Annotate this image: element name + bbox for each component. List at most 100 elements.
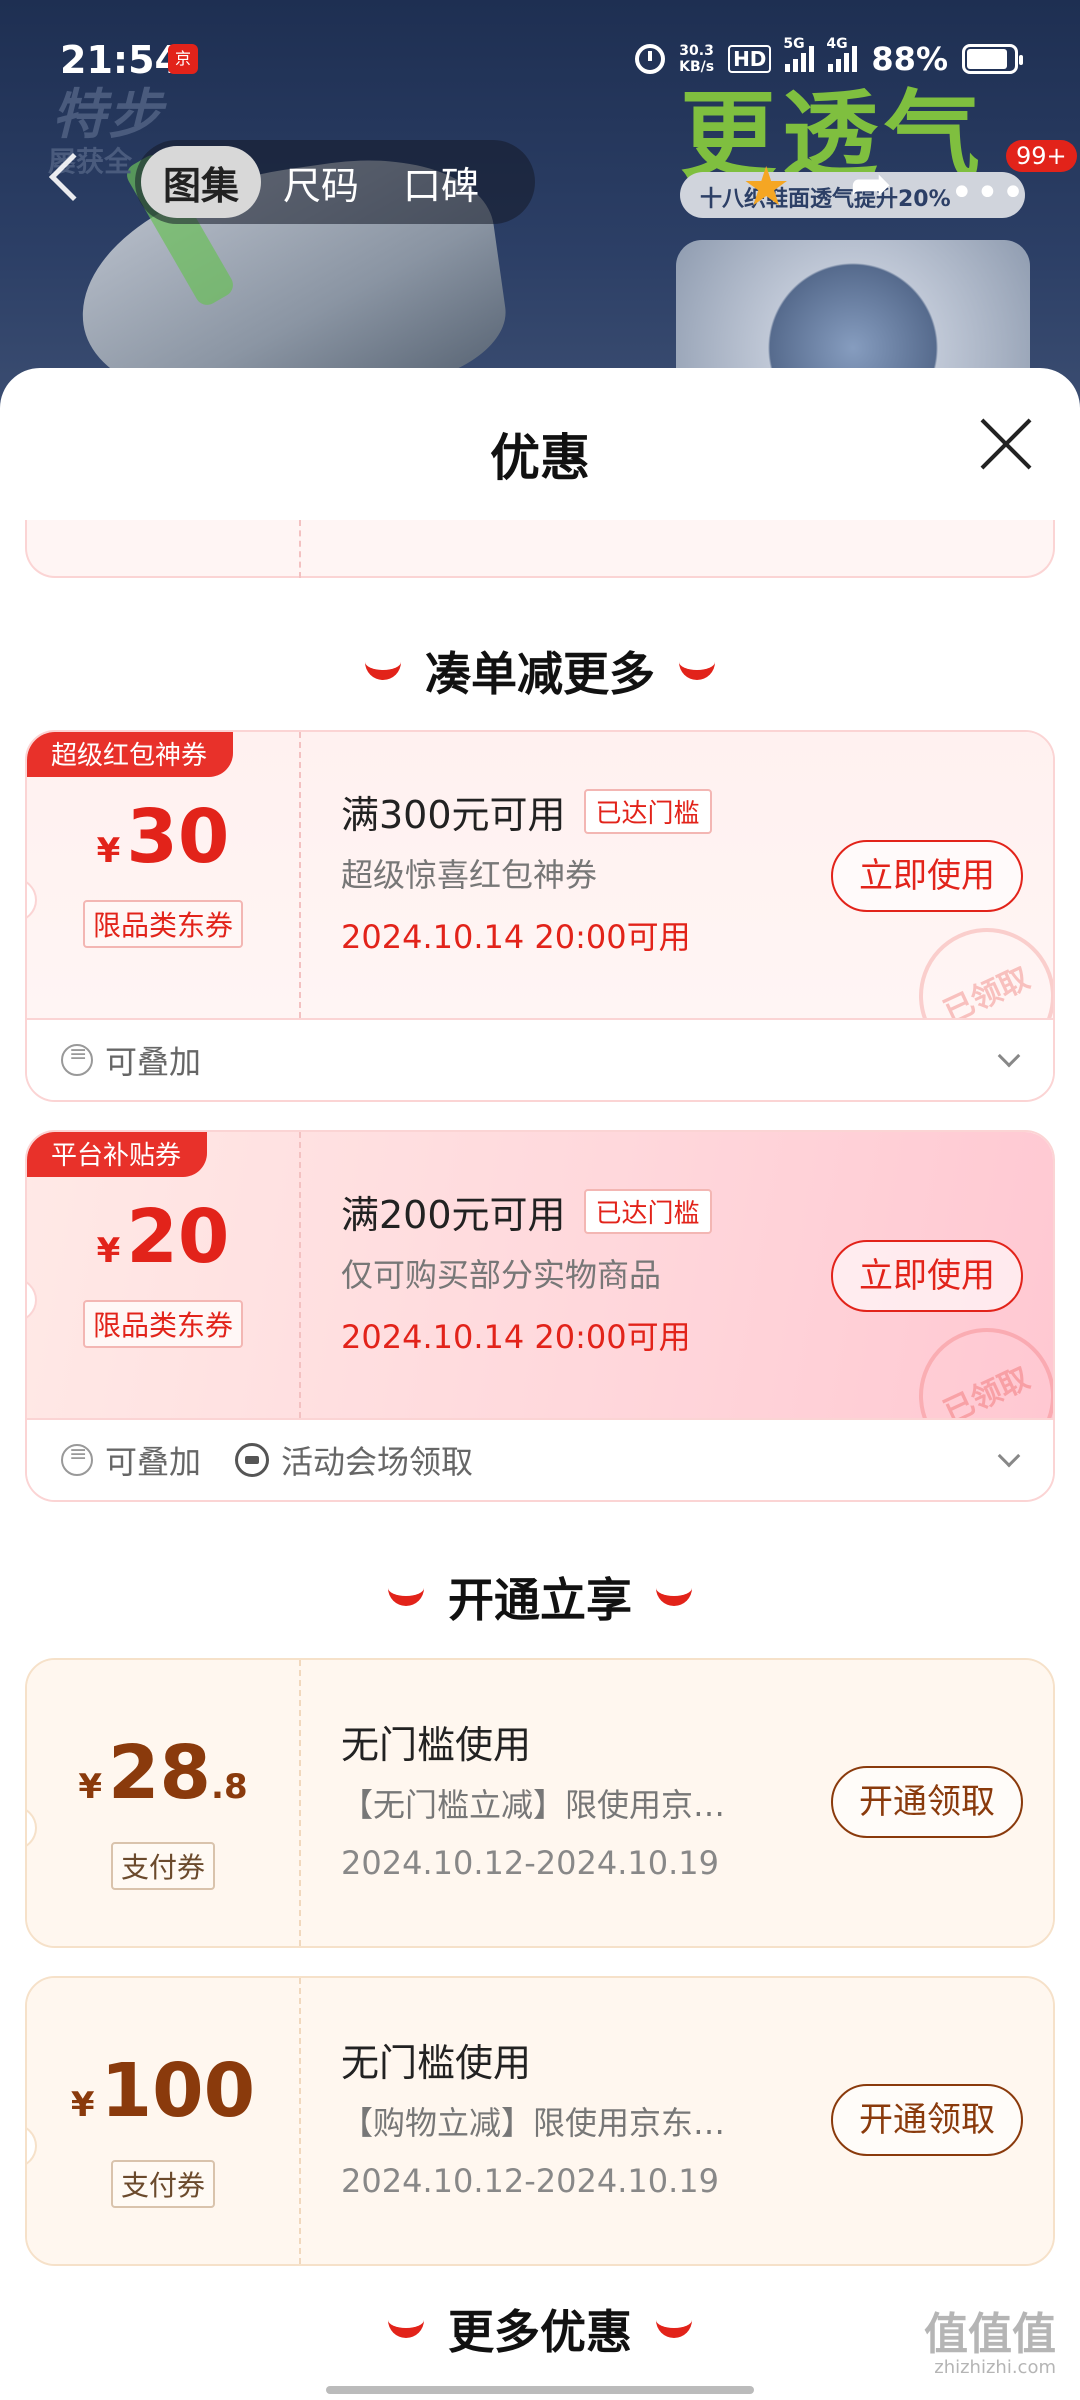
signal-4g-label: 4G (826, 36, 848, 52)
tab-size[interactable]: 尺码 (261, 146, 381, 218)
stackable-info: 可叠加 (61, 1437, 201, 1483)
section-title: 更多优惠 (448, 2305, 632, 2359)
network-speed-unit: KB/s (679, 59, 715, 75)
coupon-valid-date: 2024.10.14 20:00可用 (341, 918, 691, 956)
venue-claim-label: 活动会场领取 (281, 1443, 474, 1481)
coupon-card: 超级红包神券 ¥30 限品类东券 满300元可用 已达门槛 超级惊喜红包神券 2… (25, 730, 1055, 1102)
gallery-tabs: 图集 尺码 口碑 (135, 140, 535, 224)
section-heading-combine: 凑单减更多 (0, 638, 1080, 704)
coupon-amount-decimal: .8 (211, 1767, 248, 1807)
smile-icon (656, 1588, 692, 1606)
section-heading-open: 开通立享 (0, 1564, 1080, 1630)
coupon-body: 超级红包神券 ¥30 限品类东券 满300元可用 已达门槛 超级惊喜红包神券 2… (27, 732, 1053, 1087)
app-notification-icon: 京 (168, 44, 198, 74)
coupon-footer[interactable]: 可叠加 活动会场领取 (27, 1418, 1053, 1500)
chevron-down-icon[interactable] (997, 1044, 1021, 1068)
coupon-type-tag: 限品类东券 (27, 900, 299, 948)
section-title: 开通立享 (448, 1573, 632, 1627)
coupon-card: ¥28.8 支付券 无门槛使用 【无门槛立减】限使用京… 2024.10.12-… (25, 1658, 1055, 1948)
status-bar: 21:54 京 30.3 KB/s HD 5G 4G 88% (0, 0, 1080, 120)
coupon-type-tag: 限品类东券 (27, 1300, 299, 1348)
coupon-condition: 满200元可用 已达门槛 (341, 1184, 712, 1239)
site-watermark: 值值值 zhizhizhi.com (924, 2312, 1056, 2378)
stackable-label: 可叠加 (105, 1443, 202, 1481)
coupon-footer[interactable]: 可叠加 (27, 1018, 1053, 1100)
section-heading-more: 更多优惠 (0, 2296, 1080, 2362)
coupon-condition-text: 无门槛使用 (341, 1723, 532, 1767)
coupon-condition-text: 满200元可用 (341, 1193, 566, 1237)
coupon-description: 仅可购买部分实物商品 (341, 1256, 662, 1294)
battery-icon (962, 44, 1023, 74)
clock: 21:54 (60, 38, 181, 82)
coupon-amount: ¥20 (27, 1194, 299, 1280)
network-speed: 30.3 KB/s (679, 43, 714, 75)
close-icon[interactable] (978, 416, 1034, 472)
tab-reviews[interactable]: 口碑 (381, 146, 501, 218)
more-icon[interactable]: ••• (950, 170, 1027, 216)
coupon-divider (299, 1660, 301, 1946)
ticket-icon (235, 1443, 270, 1477)
venue-claim-info: 活动会场领取 (235, 1437, 473, 1483)
coupon-amount: ¥28.8 (27, 1730, 299, 1816)
activate-claim-button[interactable]: 开通领取 (831, 1766, 1023, 1838)
tab-gallery[interactable]: 图集 (141, 146, 262, 218)
coupon-ribbon: 超级红包神券 (27, 732, 234, 777)
coupon-body: ¥100 支付券 无门槛使用 【购物立减】限使用京东… 2024.10.12-2… (27, 1978, 1053, 2264)
coupon-type-label: 支付券 (110, 1842, 215, 1890)
coupon-condition: 满300元可用 已达门槛 (341, 784, 712, 839)
hd-volte-icon: HD (728, 45, 772, 73)
coupon-divider (299, 1978, 301, 2264)
currency-symbol: ¥ (70, 2085, 95, 2125)
coupon-description: 【购物立减】限使用京东… (341, 2104, 726, 2142)
activate-claim-button[interactable]: 开通领取 (831, 2084, 1023, 2156)
sheet-title: 优惠 (490, 429, 590, 487)
coupon-amount-value: 30 (126, 794, 230, 880)
message-badge: 99+ (1006, 140, 1077, 172)
coupon-card-partial (25, 520, 1055, 578)
network-speed-value: 30.3 (679, 43, 714, 59)
coupon-divider (299, 732, 301, 1018)
coupon-type-label: 支付券 (110, 2160, 215, 2208)
stackable-icon (61, 1042, 93, 1076)
coupon-condition-text: 满300元可用 (341, 793, 566, 837)
coupon-divider (299, 1132, 301, 1418)
coupon-description: 【无门槛立减】限使用京… (341, 1786, 726, 1824)
smile-icon (388, 1588, 424, 1606)
share-icon[interactable]: ➦ (850, 155, 892, 213)
use-now-button[interactable]: 立即使用 (831, 1240, 1023, 1312)
coupon-type-tag: 支付券 (27, 2160, 299, 2208)
smile-icon (656, 2320, 692, 2338)
coupon-ribbon: 平台补贴券 (27, 1132, 208, 1177)
coupon-body: 平台补贴券 ¥20 限品类东券 满200元可用 已达门槛 仅可购买部分实物商品 … (27, 1132, 1053, 1487)
alarm-icon (635, 44, 666, 74)
coupon-valid-date: 2024.10.14 20:00可用 (341, 1318, 691, 1356)
coupon-amount-value: 28 (108, 1730, 212, 1816)
coupon-type-label: 限品类东券 (82, 1300, 243, 1348)
coupon-type-label: 限品类东券 (82, 900, 243, 948)
coupon-valid-date: 2024.10.12-2024.10.19 (341, 1844, 719, 1882)
battery-percent: 88% (871, 40, 948, 78)
watermark-site: zhizhizhi.com (934, 2357, 1056, 2378)
signal-4g-icon: 4G (826, 36, 858, 72)
coupon-card: ¥100 支付券 无门槛使用 【购物立减】限使用京东… 2024.10.12-2… (25, 1976, 1055, 2266)
coupon-amount: ¥100 (27, 2048, 299, 2134)
favorite-star-icon[interactable]: ★ (742, 155, 790, 218)
currency-symbol: ¥ (96, 831, 121, 871)
smile-icon (365, 662, 401, 680)
coupon-valid-date: 2024.10.12-2024.10.19 (341, 2162, 719, 2200)
stackable-icon (61, 1442, 93, 1476)
coupon-description: 超级惊喜红包神券 (341, 856, 598, 894)
stackable-info: 可叠加 (61, 1037, 201, 1083)
home-indicator[interactable] (326, 2386, 754, 2394)
threshold-reached-badge: 已达门槛 (583, 1189, 712, 1234)
coupon-card: 平台补贴券 ¥20 限品类东券 满200元可用 已达门槛 仅可购买部分实物商品 … (25, 1130, 1055, 1502)
coupon-amount-value: 100 (100, 2048, 256, 2134)
currency-symbol: ¥ (96, 1231, 121, 1271)
use-now-button[interactable]: 立即使用 (831, 840, 1023, 912)
smile-icon (388, 2320, 424, 2338)
chevron-down-icon[interactable] (997, 1444, 1021, 1468)
status-indicators: 30.3 KB/s HD 5G 4G 88% (635, 36, 1023, 78)
section-title: 凑单减更多 (425, 647, 655, 701)
signal-5g-label: 5G (783, 36, 805, 52)
coupon-amount: ¥30 (27, 794, 299, 880)
